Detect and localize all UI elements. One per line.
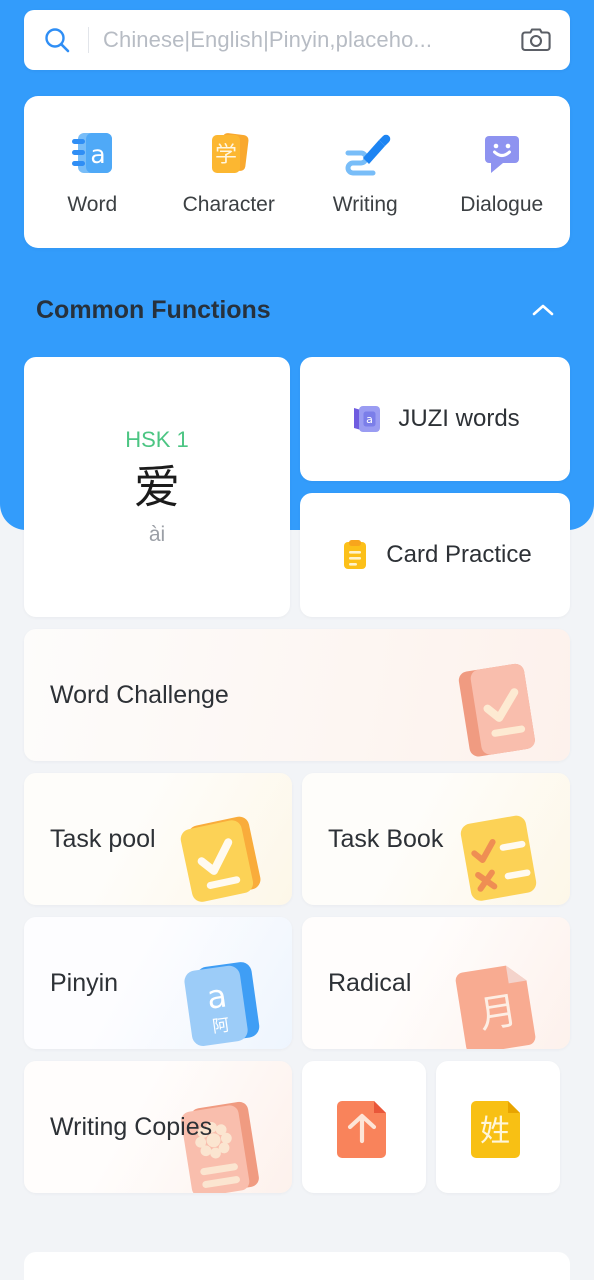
notebook-a-icon: a bbox=[66, 127, 118, 179]
entry-label: JUZI words bbox=[398, 405, 520, 432]
grid-row-3: Task pool Task Book bbox=[24, 773, 570, 905]
functions-grid: HSK 1 爱 ài a JUZI words Card Practice Wo… bbox=[24, 357, 570, 1205]
hsk-pinyin: ài bbox=[148, 522, 166, 546]
card-label: Word Challenge bbox=[50, 680, 229, 709]
grid-row-2: Word Challenge bbox=[24, 629, 570, 761]
svg-text:阿: 阿 bbox=[211, 1015, 231, 1037]
app-root: Chinese|English|Pinyin,placeho... a Word… bbox=[0, 0, 594, 1280]
card-tile-ge[interactable] bbox=[302, 1061, 426, 1193]
svg-text:姓: 姓 bbox=[480, 1114, 510, 1149]
svg-text:学: 学 bbox=[215, 143, 237, 168]
smiley-speech-bubble-icon bbox=[476, 127, 528, 179]
page-title: Common Functions bbox=[36, 295, 271, 324]
svg-text:a: a bbox=[366, 413, 373, 426]
card-word-challenge[interactable]: Word Challenge bbox=[24, 629, 570, 761]
card-tile-xing[interactable]: 姓 bbox=[436, 1061, 560, 1193]
card-label: Task pool bbox=[50, 824, 156, 853]
card-label: Task Book bbox=[328, 824, 444, 853]
orange-xue-card-icon: 学 bbox=[203, 127, 255, 179]
yellow-xing-paper-icon: 姓 bbox=[466, 1095, 530, 1159]
card-task-pool[interactable]: Task pool bbox=[24, 773, 292, 905]
hsk-level-badge: HSK 1 bbox=[125, 427, 189, 453]
quick-entry-character[interactable]: 学 Character bbox=[165, 127, 293, 217]
hsk-character: 爱 bbox=[134, 460, 180, 515]
entry-label: Card Practice bbox=[386, 541, 532, 568]
next-section-card[interactable] bbox=[24, 1252, 570, 1280]
salmon-check-book-icon bbox=[436, 649, 556, 761]
common-functions-header[interactable]: Common Functions bbox=[0, 288, 594, 332]
card-label: Pinyin bbox=[50, 968, 119, 997]
salmon-yue-paper-icon: 月 bbox=[442, 943, 558, 1049]
entry-juzi-words[interactable]: a JUZI words bbox=[300, 357, 570, 481]
quick-entry-label: Word bbox=[67, 193, 118, 216]
grid-row-1: HSK 1 爱 ài a JUZI words Card Practice bbox=[24, 357, 570, 617]
search-divider bbox=[88, 27, 89, 53]
hsk-word-card[interactable]: HSK 1 爱 ài bbox=[24, 357, 290, 617]
orange-ge-paper-icon bbox=[332, 1095, 396, 1159]
quick-entry-writing[interactable]: Writing bbox=[301, 127, 429, 217]
quick-entry-label: Character bbox=[182, 193, 275, 216]
camera-icon[interactable] bbox=[520, 25, 552, 55]
quick-entries-card: a Word 学 Character Writing Dialogue bbox=[24, 96, 570, 248]
card-radical[interactable]: Radical 月 bbox=[302, 917, 570, 1049]
card-writing-copies[interactable]: Writing Copies bbox=[24, 1061, 292, 1193]
search-input[interactable]: Chinese|English|Pinyin,placeho... bbox=[103, 27, 510, 53]
svg-text:月: 月 bbox=[476, 988, 520, 1037]
search-icon[interactable] bbox=[42, 25, 72, 55]
quick-entry-label: Writing bbox=[332, 193, 398, 216]
yellow-checklist-icon bbox=[442, 799, 558, 905]
grid-row-4: Pinyin a 阿 Radical 月 bbox=[24, 917, 570, 1049]
quick-entry-dialogue[interactable]: Dialogue bbox=[438, 127, 566, 217]
quick-entry-word[interactable]: a Word bbox=[28, 127, 156, 217]
yellow-check-note-icon bbox=[164, 799, 280, 905]
entry-card-practice[interactable]: Card Practice bbox=[300, 493, 570, 617]
svg-text:a: a bbox=[91, 140, 106, 169]
quick-entry-label: Dialogue bbox=[460, 193, 544, 216]
card-label: Writing Copies bbox=[50, 1112, 213, 1141]
grid-right-column: a JUZI words Card Practice bbox=[300, 357, 570, 617]
purple-dictionary-icon: a bbox=[350, 402, 384, 436]
yellow-clipboard-icon bbox=[338, 538, 372, 572]
chevron-up-icon[interactable] bbox=[528, 300, 558, 320]
card-pinyin[interactable]: Pinyin a 阿 bbox=[24, 917, 292, 1049]
card-task-book[interactable]: Task Book bbox=[302, 773, 570, 905]
blue-a-pinyin-card-icon: a 阿 bbox=[164, 943, 280, 1049]
grid-row-5: Writing Copies 姓 bbox=[24, 1061, 570, 1193]
card-label: Radical bbox=[328, 968, 412, 997]
search-bar[interactable]: Chinese|English|Pinyin,placeho... bbox=[24, 10, 570, 70]
pen-stroke-icon bbox=[339, 127, 391, 179]
